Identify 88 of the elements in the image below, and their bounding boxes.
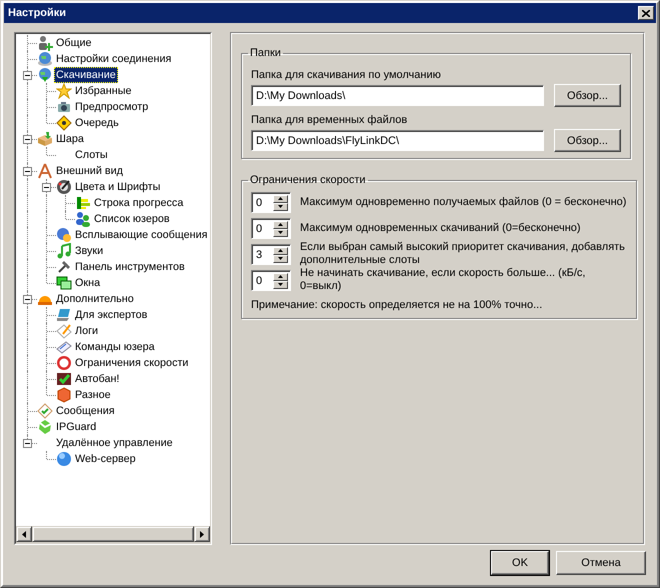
right-arrow-icon (200, 530, 204, 538)
collapse-toggle[interactable] (23, 295, 32, 304)
globe-icon (37, 51, 53, 67)
collapse-toggle[interactable] (23, 167, 32, 176)
tree-item[interactable]: Автобан! (73, 371, 122, 387)
up-arrow-icon (278, 249, 283, 252)
up-arrow-icon (278, 223, 283, 226)
tree-item[interactable]: Сообщения (54, 403, 117, 419)
folder-path-field[interactable]: D:\My Downloads\ (251, 85, 544, 106)
collapse-toggle[interactable] (23, 135, 32, 144)
user-icon (37, 35, 53, 51)
setting-label: Максимум одновременно получаемых файлов (0 = бесконечно) (300, 196, 627, 208)
tree-item[interactable]: Web-сервер (73, 451, 138, 467)
number-spinner[interactable]: 3 (251, 244, 291, 264)
checkmark-icon (56, 371, 72, 387)
tree-item[interactable]: Всплывающие сообщения (73, 227, 210, 243)
minus-icon (25, 73, 30, 78)
minus-icon (25, 169, 30, 174)
close-icon (642, 10, 650, 16)
down-arrow-icon (278, 257, 283, 260)
tree-item[interactable]: Очередь (73, 115, 121, 131)
collapse-toggle[interactable] (23, 71, 32, 80)
tree-item[interactable]: Окна (73, 275, 102, 291)
tree-item[interactable]: Удалённое управление (54, 435, 175, 451)
minus-icon (25, 297, 30, 302)
tree-item[interactable]: Предпросмотр (73, 99, 150, 115)
tree-item[interactable]: Звуки (73, 243, 106, 259)
number-spinner[interactable]: 0 (251, 192, 291, 212)
cancel-button[interactable]: Отмена (556, 551, 646, 575)
folder-path-field[interactable]: D:\My Downloads\FlyLinkDC\ (251, 130, 544, 151)
users-icon (75, 211, 91, 227)
window-title: Настройки (8, 7, 66, 19)
group-title: Папки (249, 47, 282, 60)
field-label: Папка для временных файлов (251, 114, 408, 127)
tree-item[interactable]: Внешний вид (54, 163, 125, 179)
browse-button[interactable]: Обзор... (554, 129, 621, 152)
tree-item[interactable]: Для экспертов (73, 307, 150, 323)
ok-button[interactable]: OK (491, 551, 549, 575)
globe-icon (56, 451, 72, 467)
tree-item[interactable]: Ограничения скорости (73, 355, 190, 371)
collapse-toggle[interactable] (42, 183, 51, 192)
note-text: Примечание: скорость определяется не на 100% точно... (251, 299, 544, 312)
tree-item[interactable]: Список юзеров (92, 211, 172, 227)
setting-label: Не начинать скачивание, если скорость больше... (кБ/с, 0=выкл) (300, 267, 586, 293)
horizontal-scrollbar[interactable] (16, 526, 210, 543)
collapse-toggle[interactable] (23, 439, 32, 448)
windows-icon (56, 275, 72, 291)
minus-icon (25, 441, 30, 446)
hexagon-icon (56, 387, 72, 403)
hammer-icon (56, 259, 72, 275)
music-icon (56, 243, 72, 259)
camera-icon (56, 99, 72, 115)
tree-item[interactable]: Скачивание (54, 67, 118, 83)
tree-item[interactable]: Настройки соединения (54, 51, 174, 67)
pencil-icon (56, 323, 72, 339)
field-label: Папка для скачивания по умолчанию (251, 69, 442, 82)
tree-item[interactable]: Шара (54, 131, 86, 147)
down-arrow-icon (278, 283, 283, 286)
group-title: Ограничения скорости (249, 174, 367, 187)
star-icon (56, 83, 72, 99)
minus-icon (44, 185, 49, 190)
tree-item[interactable]: Дополнительно (54, 291, 136, 307)
left-arrow-icon (22, 530, 26, 538)
up-arrow-icon (278, 197, 283, 200)
tree-item[interactable]: Логи (73, 323, 100, 339)
minus-icon (25, 137, 30, 142)
tree-item[interactable]: Панель инструментов (73, 259, 187, 275)
tree-item[interactable]: Слоты (73, 147, 110, 163)
setting-label: Максимум одновременных скачиваний (0=бесконечно) (300, 222, 582, 234)
tree-item[interactable]: Строка прогресса (92, 195, 186, 211)
globe-icon (37, 67, 53, 83)
browse-button[interactable]: Обзор... (554, 84, 621, 107)
down-arrow-icon (278, 205, 283, 208)
tree-item[interactable]: Избранные (73, 83, 134, 99)
tree-item[interactable]: Команды юзера (73, 339, 157, 355)
down-arrow-icon (278, 231, 283, 234)
tree-item[interactable]: Общие (54, 35, 94, 51)
warning-icon (56, 115, 72, 131)
bars-icon (75, 195, 91, 211)
tree-item[interactable]: IPGuard (54, 419, 98, 435)
box-icon (37, 131, 53, 147)
number-spinner[interactable]: 0 (251, 218, 291, 238)
up-arrow-icon (278, 275, 283, 278)
tree-item[interactable]: Разное (73, 387, 113, 403)
setting-label: Если выбран самый высокий приоритет скачивания, добавлять дополнительные слоты (300, 241, 626, 267)
close-button[interactable] (638, 6, 654, 20)
number-spinner[interactable]: 0 (251, 270, 291, 290)
tree-item[interactable]: Цвета и Шрифты (73, 179, 162, 195)
